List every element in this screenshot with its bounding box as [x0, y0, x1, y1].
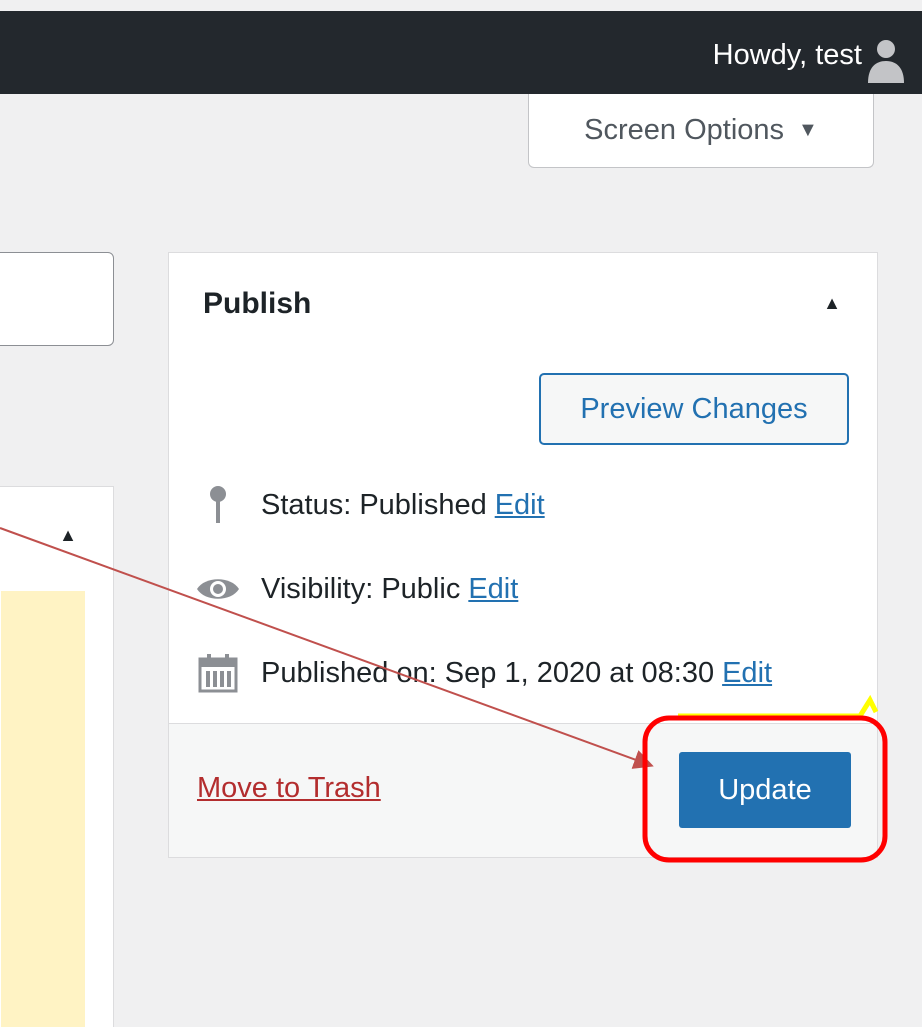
collapse-arrow-icon[interactable]: ▲: [823, 293, 841, 314]
publish-metabox: Publish ▲ Preview Changes Status: Publis…: [168, 252, 878, 858]
screen-options-button[interactable]: Screen Options ▼: [528, 94, 874, 168]
admin-bar: Howdy, test: [0, 11, 922, 94]
preview-changes-button[interactable]: Preview Changes: [539, 373, 849, 445]
user-avatar-icon[interactable]: [866, 37, 906, 85]
notice-highlight: [1, 591, 85, 1027]
post-title-input[interactable]: [0, 252, 114, 346]
published-date-row: Published on: Sep 1, 2020 at 08:30 Edit: [195, 653, 772, 693]
status-row: Status: Published Edit: [195, 485, 545, 525]
visibility-text: Visibility: Public: [261, 572, 461, 605]
chevron-down-icon: ▼: [798, 119, 818, 141]
status-text: Status: Published: [261, 488, 487, 521]
calendar-icon: [195, 653, 241, 693]
move-to-trash-link[interactable]: Move to Trash: [197, 772, 381, 805]
eye-icon: [195, 569, 241, 609]
howdy-greeting[interactable]: Howdy, test: [713, 39, 862, 72]
update-button[interactable]: Update: [679, 752, 851, 828]
status-edit-link[interactable]: Edit: [495, 489, 545, 522]
pin-icon: [195, 485, 241, 525]
published-date-text: Published on: Sep 1, 2020 at 08:30: [261, 656, 715, 689]
published-edit-link[interactable]: Edit: [722, 657, 772, 690]
visibility-row: Visibility: Public Edit: [195, 569, 518, 609]
screen-options-label: Screen Options: [584, 114, 785, 146]
publish-title: Publish: [203, 287, 312, 320]
editor-panel: ▲: [0, 486, 114, 1027]
panel-collapse-icon[interactable]: ▲: [59, 525, 77, 546]
visibility-edit-link[interactable]: Edit: [468, 573, 518, 606]
major-publishing-actions: Move to Trash Update: [169, 723, 877, 857]
